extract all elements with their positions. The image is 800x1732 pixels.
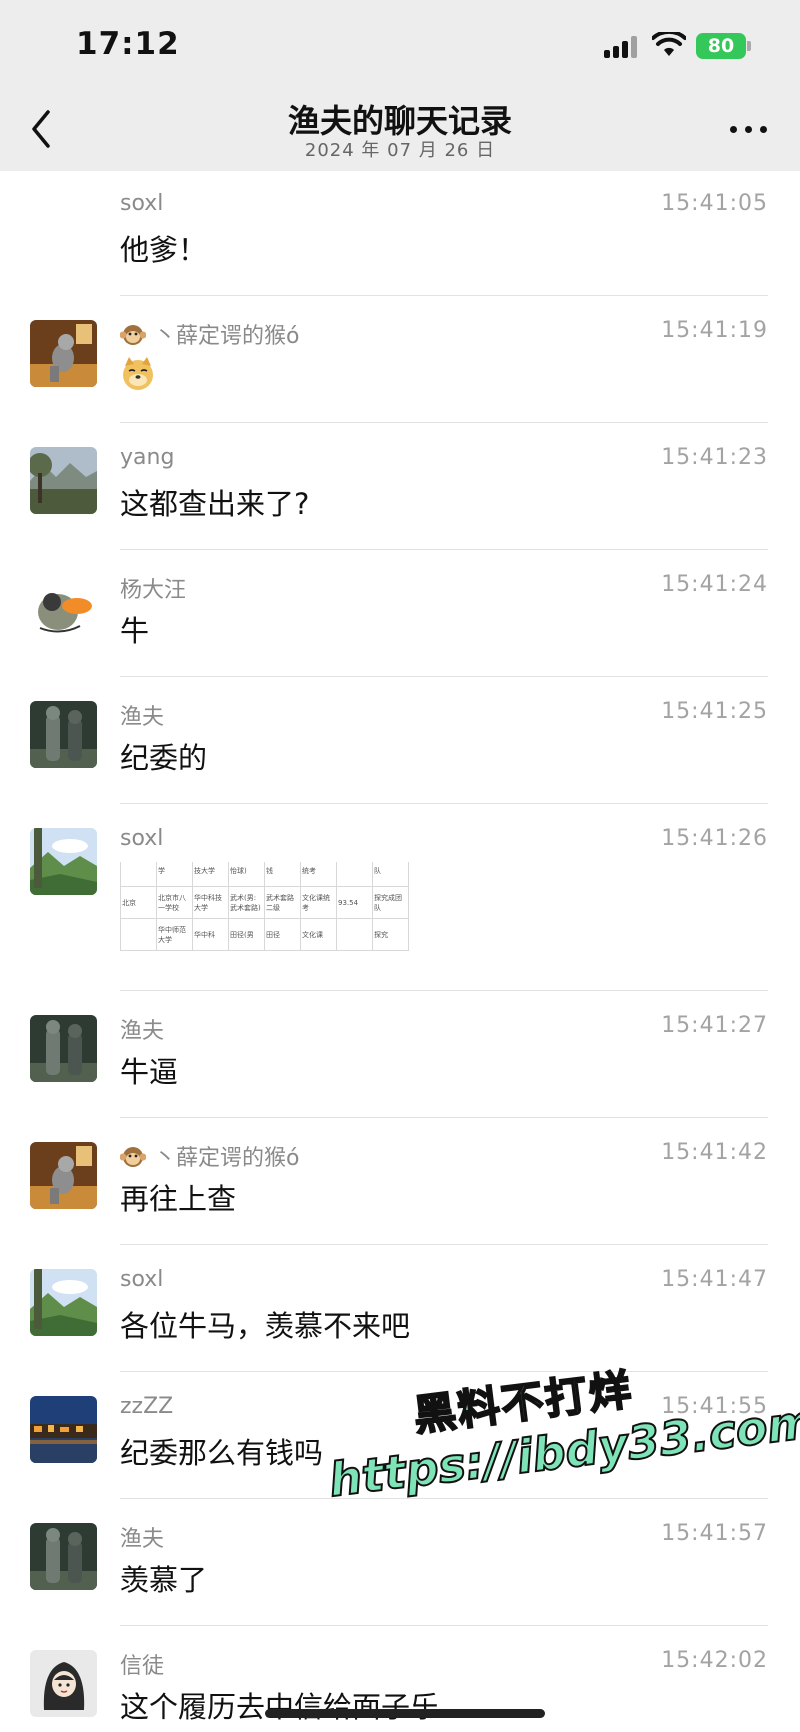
message-text[interactable]: 这都查出来了? — [120, 481, 309, 523]
monkey-emoji-icon — [120, 1147, 146, 1167]
sender-name: 杨大汪 — [120, 578, 187, 603]
landscape-avatar-icon — [30, 447, 97, 514]
sender-name: 渔夫 — [120, 1527, 165, 1552]
sender-name-text: 丶薛定谔的猴ó — [154, 1146, 300, 1171]
more-button[interactable] — [726, 114, 772, 144]
avatar[interactable] — [30, 1396, 97, 1463]
message-time: 15:41:26 — [661, 826, 768, 851]
avatar[interactable] — [30, 447, 97, 514]
message-text[interactable]: 这个履历去中信给面子乐 — [120, 1684, 439, 1726]
message-time: 15:41:25 — [661, 699, 768, 724]
screenshot-table: 学技大学 怡球) 钱统考队 北京 北京市八一学校 华中科技大学 武术(男:武术套路) 武术套… — [120, 862, 409, 951]
message-time: 15:41:05 — [661, 191, 768, 216]
nav-bar: 渔夫的聊天记录 2024 年 07 月 26 日 — [0, 90, 800, 171]
battery-tip — [747, 41, 751, 51]
list-item[interactable]: 渔夫 15:41:27 牛逼 — [0, 991, 800, 1118]
home-indicator[interactable] — [265, 1709, 545, 1718]
battery-icon: 80 — [696, 33, 746, 59]
status-bar: 17:12 80 — [0, 0, 800, 90]
ellipsis-icon — [730, 126, 737, 133]
monkey-avatar-icon — [30, 1142, 97, 1209]
avatar[interactable] — [30, 1523, 97, 1590]
message-time: 15:41:42 — [661, 1140, 768, 1165]
statue-avatar-icon — [30, 1523, 97, 1590]
list-item[interactable]: yang 15:41:23 这都查出来了? — [0, 423, 800, 550]
list-item[interactable]: 丶薛定谔的猴ó 15:41:19 — [0, 296, 800, 423]
list-item[interactable]: 杨大汪 15:41:24 牛 — [0, 550, 800, 677]
message-time: 15:41:27 — [661, 1013, 768, 1038]
message-text[interactable]: 羡慕了 — [120, 1557, 207, 1599]
status-time: 17:12 — [76, 26, 180, 62]
cartoon-duck-avatar-icon — [30, 574, 97, 641]
avatar[interactable] — [30, 320, 97, 387]
avatar[interactable] — [30, 574, 97, 641]
message-text[interactable]: 纪委的 — [120, 735, 207, 777]
wifi-icon — [652, 32, 686, 56]
sender-name: 丶薛定谔的猴ó — [120, 1140, 299, 1172]
battery-level: 80 — [707, 35, 735, 57]
monkey-emoji-icon — [120, 325, 146, 345]
message-time: 15:41:23 — [661, 445, 768, 470]
message-text[interactable]: 牛逼 — [120, 1049, 178, 1091]
cellular-signal-icon — [604, 36, 640, 58]
statue-avatar-icon — [30, 1015, 97, 1082]
avatar[interactable] — [30, 701, 97, 768]
image-thumbnail[interactable]: 学技大学 怡球) 钱统考队 北京 北京市八一学校 华中科技大学 武术(男:武术套路) 武术套… — [120, 862, 410, 962]
list-item[interactable]: 丶薛定谔的猴ó 15:41:42 再往上查 — [0, 1118, 800, 1245]
night-town-avatar-icon — [30, 1396, 97, 1463]
message-time: 15:41:57 — [661, 1521, 768, 1546]
message-text[interactable]: 他爹！ — [120, 227, 207, 269]
sender-name-text: 丶薛定谔的猴ó — [154, 324, 300, 349]
sender-name: 渔夫 — [120, 1019, 165, 1044]
avatar[interactable] — [30, 828, 97, 895]
message-time: 15:41:47 — [661, 1267, 768, 1292]
list-item[interactable]: zzZZ 15:41:55 纪委那么有钱吗 — [0, 1372, 800, 1499]
avatar[interactable] — [30, 1269, 97, 1336]
message-time: 15:42:02 — [661, 1648, 768, 1673]
sender-name: 渔夫 — [120, 705, 165, 730]
chat-history-list[interactable]: soxl 15:41:05 他爹！ 丶薛定谔的猴ó 15:41:19 yang … — [0, 171, 800, 1732]
message-time: 15:41:24 — [661, 572, 768, 597]
list-item[interactable]: soxl 15:41:05 他爹！ — [0, 171, 800, 296]
sender-name: soxl — [120, 191, 164, 216]
sender-name: soxl — [120, 826, 164, 851]
message-time: 15:41:55 — [661, 1394, 768, 1419]
avatar[interactable] — [30, 1142, 97, 1209]
message-time: 15:41:19 — [661, 318, 768, 343]
doge-emoji-icon[interactable] — [120, 356, 156, 392]
list-item[interactable]: 渔夫 15:41:57 羡慕了 — [0, 1499, 800, 1626]
sender-name: zzZZ — [120, 1394, 174, 1419]
page-date: 2024 年 07 月 26 日 — [304, 140, 496, 161]
sender-name: 丶薛定谔的猴ó — [120, 318, 299, 350]
avatar[interactable] — [30, 1650, 97, 1717]
message-text[interactable]: 再往上查 — [120, 1176, 236, 1218]
list-item[interactable]: soxl 15:41:26 学技大学 怡球) 钱统考队 北京 北京市八一学校 华中科技大… — [0, 804, 800, 991]
monkey-avatar-icon — [30, 320, 97, 387]
avatar[interactable] — [30, 1015, 97, 1082]
sender-name: yang — [120, 445, 175, 470]
message-text[interactable]: 各位牛马，羡慕不来吧 — [120, 1303, 410, 1345]
mountain-avatar-icon — [30, 828, 97, 895]
statue-avatar-icon — [30, 701, 97, 768]
message-text[interactable]: 纪委那么有钱吗 — [120, 1430, 323, 1472]
mountain-avatar-icon — [30, 1269, 97, 1336]
hooded-girl-avatar-icon — [30, 1650, 97, 1717]
sender-name: soxl — [120, 1267, 164, 1292]
list-item[interactable]: 渔夫 15:41:25 纪委的 — [0, 677, 800, 804]
sender-name: 信徒 — [120, 1654, 165, 1679]
message-text[interactable]: 牛 — [120, 608, 149, 650]
list-item[interactable]: soxl 15:41:47 各位牛马，羡慕不来吧 — [0, 1245, 800, 1372]
